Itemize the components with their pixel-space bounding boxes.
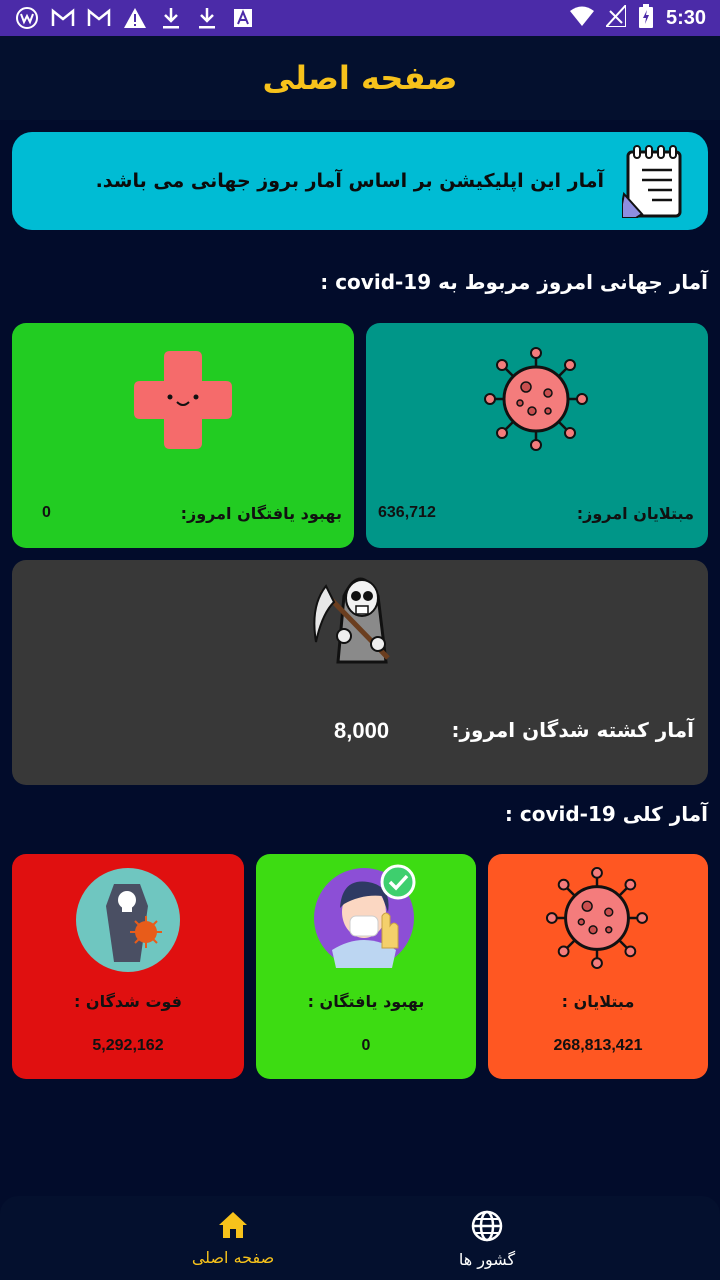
total-infected-card: مبتلایان : 268,813,421 xyxy=(488,854,708,1079)
today-recovered-label: بهبود یافتگان امروز: xyxy=(180,504,342,523)
today-infected-value: 636,712 xyxy=(378,504,436,521)
today-infected-label: مبتلایان امروز: xyxy=(576,504,694,523)
nav-item-countries-label: گشور ها xyxy=(458,1250,516,1269)
w-circle-icon xyxy=(14,5,40,31)
total-deaths-card: فوت شدگان : 5,292,162 xyxy=(12,854,244,1079)
battery-charging-icon xyxy=(638,4,654,32)
total-infected-label: مبتلایان : xyxy=(561,992,635,1011)
download-icon xyxy=(194,5,220,31)
today-deaths-card: آمار کشته شدگان امروز: 8,000 xyxy=(12,560,708,785)
gmail-icon xyxy=(50,5,76,31)
total-recovered-label: بهبود یافتگان : xyxy=(307,992,425,1011)
page-title: صفحه اصلی xyxy=(262,59,458,97)
info-banner: آمار این اپلیکیشن بر اساس آمار بروز جهان… xyxy=(12,132,708,230)
today-deaths-value: 8,000 xyxy=(334,718,390,743)
info-banner-text: آمار این اپلیکیشن بر اساس آمار بروز جهان… xyxy=(95,170,604,192)
download-icon xyxy=(158,5,184,31)
bottom-navigation: صفحه اصلی گشور ها xyxy=(0,1196,720,1280)
total-deaths-value: 5,292,162 xyxy=(92,1037,164,1054)
virus-icon xyxy=(544,866,650,974)
coffin-icon xyxy=(74,866,182,978)
gmail-icon xyxy=(86,5,112,31)
nav-item-home-label: صفحه اصلی xyxy=(191,1248,275,1267)
total-recovered-card: بهبود یافتگان : 0 xyxy=(256,854,476,1079)
globe-icon xyxy=(471,1210,503,1246)
today-recovered-value: 0 xyxy=(42,504,51,521)
total-recovered-value: 0 xyxy=(361,1037,371,1054)
no-signal-icon xyxy=(603,2,627,31)
today-recovered-card: بهبود یافتگان امروز: 0 xyxy=(12,323,354,548)
status-bar: 5:30 xyxy=(0,0,720,36)
nav-item-countries[interactable]: گشور ها xyxy=(417,1210,557,1269)
today-infected-card: مبتلایان امروز: 636,712 xyxy=(366,323,708,548)
virus-icon xyxy=(482,347,590,455)
medical-cross-icon xyxy=(130,347,236,457)
app-bar: صفحه اصلی xyxy=(0,36,720,120)
font-icon xyxy=(230,5,256,31)
recovered-patient-icon xyxy=(312,864,420,976)
total-infected-value: 268,813,421 xyxy=(553,1037,643,1054)
notepad-icon xyxy=(621,144,686,219)
status-time: 5:30 xyxy=(665,6,706,29)
home-icon xyxy=(217,1212,249,1244)
grim-reaper-icon xyxy=(308,562,412,670)
wifi-icon xyxy=(569,6,594,30)
today-deaths-label: آمار کشته شدگان امروز: xyxy=(451,718,694,742)
nav-item-home[interactable]: صفحه اصلی xyxy=(163,1210,303,1267)
warning-icon xyxy=(122,5,148,31)
today-section-title: آمار جهانی امروز مربوط به covid-19 : xyxy=(320,270,708,294)
total-section-title: آمار کلی covid-19 : xyxy=(504,802,708,826)
total-deaths-label: فوت شدگان : xyxy=(73,992,183,1011)
